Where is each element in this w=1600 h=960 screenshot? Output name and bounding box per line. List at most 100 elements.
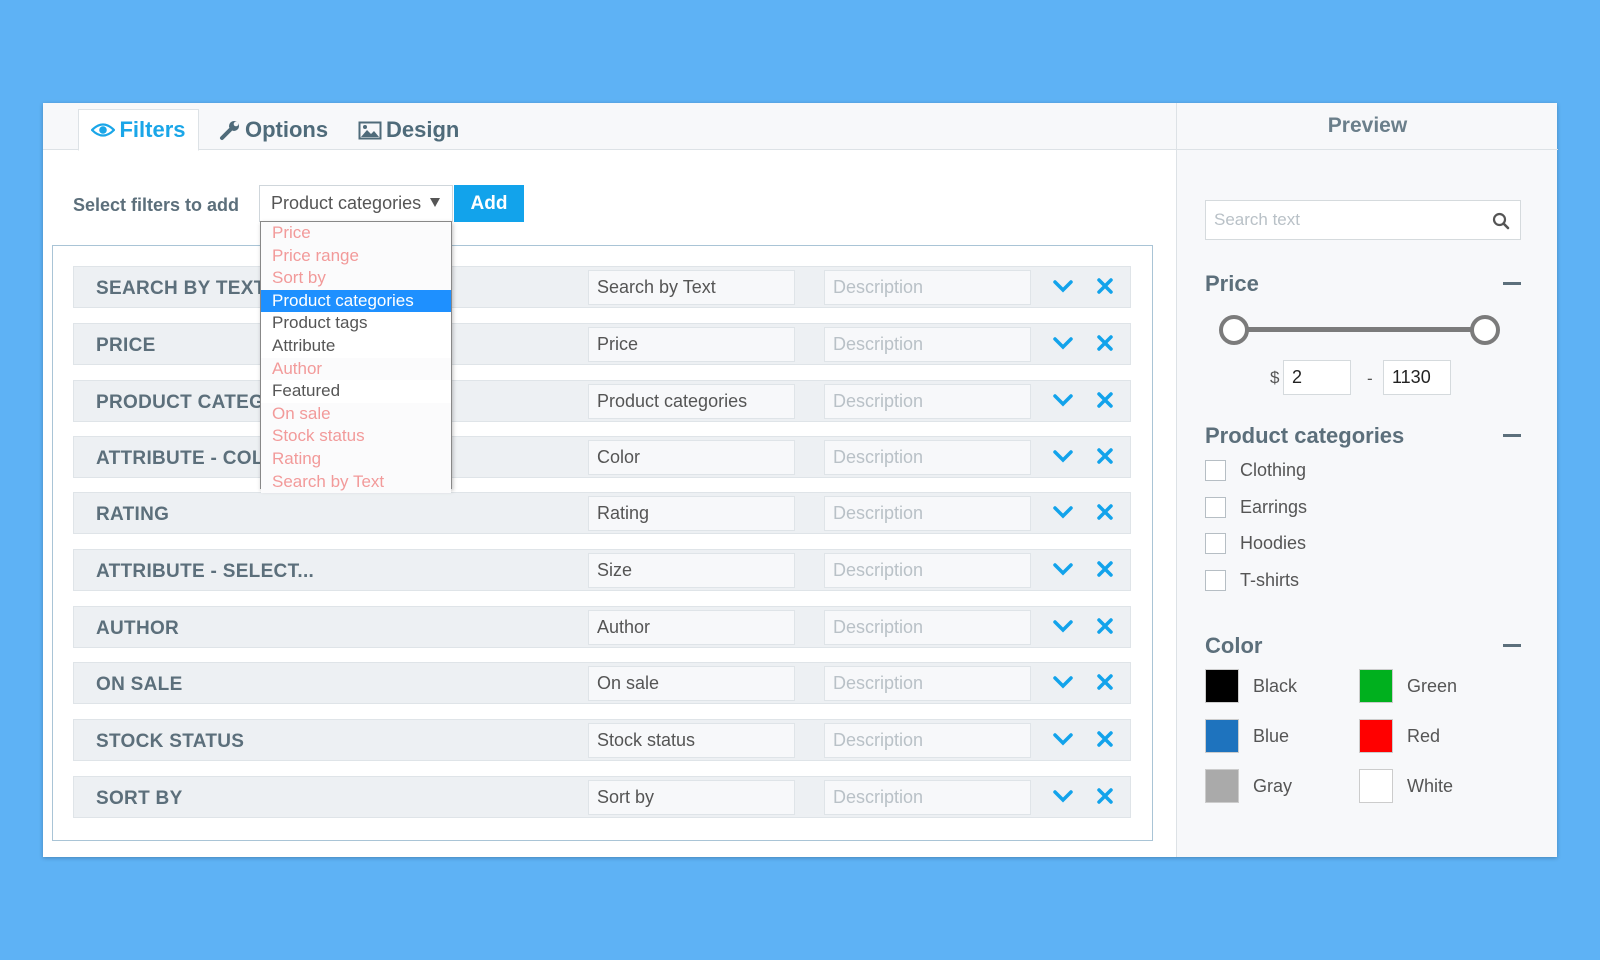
price-slider-min-handle[interactable] bbox=[1219, 315, 1249, 345]
filter-name-input[interactable]: Search by Text bbox=[588, 270, 795, 305]
filter-title: SEARCH BY TEXT bbox=[96, 278, 266, 299]
category-checkbox[interactable] bbox=[1205, 569, 1226, 591]
close-icon[interactable] bbox=[1096, 787, 1114, 805]
filter-type-select[interactable]: Product categories bbox=[259, 185, 453, 222]
filter-row[interactable]: RATING Rating Description bbox=[73, 492, 1131, 534]
search-icon[interactable] bbox=[1492, 212, 1510, 230]
price-min-input[interactable]: 2 bbox=[1283, 360, 1351, 395]
preview-search-input[interactable]: Search text bbox=[1205, 200, 1521, 240]
filter-row[interactable]: AUTHOR Author Description bbox=[73, 606, 1131, 648]
dropdown-option-product-categories[interactable]: Product categories bbox=[261, 289, 451, 313]
category-item-hoodies[interactable]: Hoodies bbox=[1205, 532, 1306, 554]
tab-options[interactable]: Options bbox=[219, 109, 328, 151]
filter-row[interactable]: SEARCH BY TEXT Search by Text Descriptio… bbox=[73, 266, 1131, 308]
filter-row[interactable]: ON SALE On sale Description bbox=[73, 662, 1131, 704]
filter-name-input[interactable]: On sale bbox=[588, 666, 795, 701]
chevron-down-icon[interactable] bbox=[1052, 278, 1074, 296]
close-icon[interactable] bbox=[1096, 391, 1114, 409]
filter-name-input[interactable]: Rating bbox=[588, 496, 795, 531]
filter-row[interactable]: PRICE Price Description bbox=[73, 323, 1131, 365]
price-max-input[interactable]: 1130 bbox=[1383, 360, 1451, 395]
color-swatch-blue[interactable]: Blue bbox=[1205, 719, 1289, 753]
swatch-box[interactable] bbox=[1205, 769, 1239, 803]
chevron-down-icon[interactable] bbox=[1052, 674, 1074, 692]
color-swatch-black[interactable]: Black bbox=[1205, 669, 1297, 703]
swatch-box[interactable] bbox=[1205, 669, 1239, 703]
chevron-down-icon[interactable] bbox=[1052, 731, 1074, 749]
filter-row[interactable]: ATTRIBUTE - SELECT... Size Description bbox=[73, 549, 1131, 591]
close-icon[interactable] bbox=[1096, 730, 1114, 748]
filter-name-input[interactable]: Sort by bbox=[588, 780, 795, 815]
filter-description-input[interactable]: Description bbox=[824, 553, 1031, 588]
chevron-down-icon[interactable] bbox=[1052, 561, 1074, 579]
filter-name-input[interactable]: Price bbox=[588, 327, 795, 362]
dropdown-option-attribute[interactable]: Attribute bbox=[261, 334, 451, 358]
collapse-price-icon[interactable] bbox=[1503, 282, 1521, 285]
chevron-down-icon[interactable] bbox=[1052, 618, 1074, 636]
color-swatch-green[interactable]: Green bbox=[1359, 669, 1457, 703]
filter-row[interactable]: PRODUCT CATEGORIES Product categories De… bbox=[73, 380, 1131, 422]
swatch-box[interactable] bbox=[1359, 719, 1393, 753]
color-swatch-white[interactable]: White bbox=[1359, 769, 1453, 803]
filter-name-input[interactable]: Size bbox=[588, 553, 795, 588]
filter-title: ATTRIBUTE - SELECT... bbox=[96, 561, 315, 582]
swatch-box[interactable] bbox=[1359, 769, 1393, 803]
filter-description-input[interactable]: Description bbox=[824, 666, 1031, 701]
chevron-down-icon[interactable] bbox=[1052, 448, 1074, 466]
color-swatch-red[interactable]: Red bbox=[1359, 719, 1440, 753]
close-icon[interactable] bbox=[1096, 617, 1114, 635]
caret-down-icon bbox=[430, 198, 440, 207]
filter-name-input[interactable]: Stock status bbox=[588, 723, 795, 758]
chevron-down-icon[interactable] bbox=[1052, 504, 1074, 522]
filter-description-input[interactable]: Description bbox=[824, 496, 1031, 531]
filter-name-input[interactable]: Color bbox=[588, 440, 795, 475]
swatch-box[interactable] bbox=[1359, 669, 1393, 703]
filter-row[interactable]: STOCK STATUS Stock status Description bbox=[73, 719, 1131, 761]
filter-name-input[interactable]: Product categories bbox=[588, 384, 795, 419]
collapse-categories-icon[interactable] bbox=[1503, 434, 1521, 437]
color-section-title: Color bbox=[1205, 633, 1263, 658]
filter-description-input[interactable]: Description bbox=[824, 384, 1031, 419]
category-item-earrings[interactable]: Earrings bbox=[1205, 496, 1307, 518]
chevron-down-icon[interactable] bbox=[1052, 392, 1074, 410]
filter-title: PRICE bbox=[96, 335, 156, 356]
filter-description-input[interactable]: Description bbox=[824, 780, 1031, 815]
close-icon[interactable] bbox=[1096, 673, 1114, 691]
close-icon[interactable] bbox=[1096, 447, 1114, 465]
chevron-down-icon[interactable] bbox=[1052, 335, 1074, 353]
category-item-clothing[interactable]: Clothing bbox=[1205, 459, 1306, 481]
filter-description-input[interactable]: Description bbox=[824, 440, 1031, 475]
close-icon[interactable] bbox=[1096, 277, 1114, 295]
filter-description-input[interactable]: Description bbox=[824, 327, 1031, 362]
tab-label: Filters bbox=[119, 117, 186, 142]
tab-filters[interactable]: Filters bbox=[78, 109, 199, 151]
filter-description-input[interactable]: Description bbox=[824, 723, 1031, 758]
swatch-box[interactable] bbox=[1205, 719, 1239, 753]
dropdown-option-sort-by: Sort by bbox=[261, 267, 451, 290]
price-slider-track[interactable] bbox=[1234, 327, 1490, 332]
dropdown-option-product-tags[interactable]: Product tags bbox=[261, 312, 451, 335]
category-item-t-shirts[interactable]: T-shirts bbox=[1205, 569, 1299, 591]
color-swatch-gray[interactable]: Gray bbox=[1205, 769, 1292, 803]
chevron-down-icon[interactable] bbox=[1052, 788, 1074, 806]
tab-design[interactable]: Design bbox=[358, 109, 459, 151]
filter-row[interactable]: ATTRIBUTE - COLOR Color Description bbox=[73, 436, 1131, 478]
dropdown-option-featured[interactable]: Featured bbox=[261, 380, 451, 403]
category-checkbox[interactable] bbox=[1205, 496, 1226, 518]
dropdown-option-price: Price bbox=[261, 222, 451, 245]
close-icon[interactable] bbox=[1096, 503, 1114, 521]
filter-name-input[interactable]: Author bbox=[588, 610, 795, 645]
filter-description-input[interactable]: Description bbox=[824, 610, 1031, 645]
dropdown-option-author: Author bbox=[261, 357, 451, 381]
swatch-label: Green bbox=[1407, 675, 1458, 696]
category-checkbox[interactable] bbox=[1205, 532, 1226, 554]
filter-title: RATING bbox=[96, 504, 170, 525]
close-icon[interactable] bbox=[1096, 560, 1114, 578]
category-checkbox[interactable] bbox=[1205, 459, 1226, 481]
price-slider-max-handle[interactable] bbox=[1470, 315, 1500, 345]
filter-description-input[interactable]: Description bbox=[824, 270, 1031, 305]
filter-row[interactable]: SORT BY Sort by Description bbox=[73, 776, 1131, 818]
add-filter-button[interactable]: Add bbox=[454, 185, 524, 222]
collapse-color-icon[interactable] bbox=[1503, 644, 1521, 647]
close-icon[interactable] bbox=[1096, 334, 1114, 352]
